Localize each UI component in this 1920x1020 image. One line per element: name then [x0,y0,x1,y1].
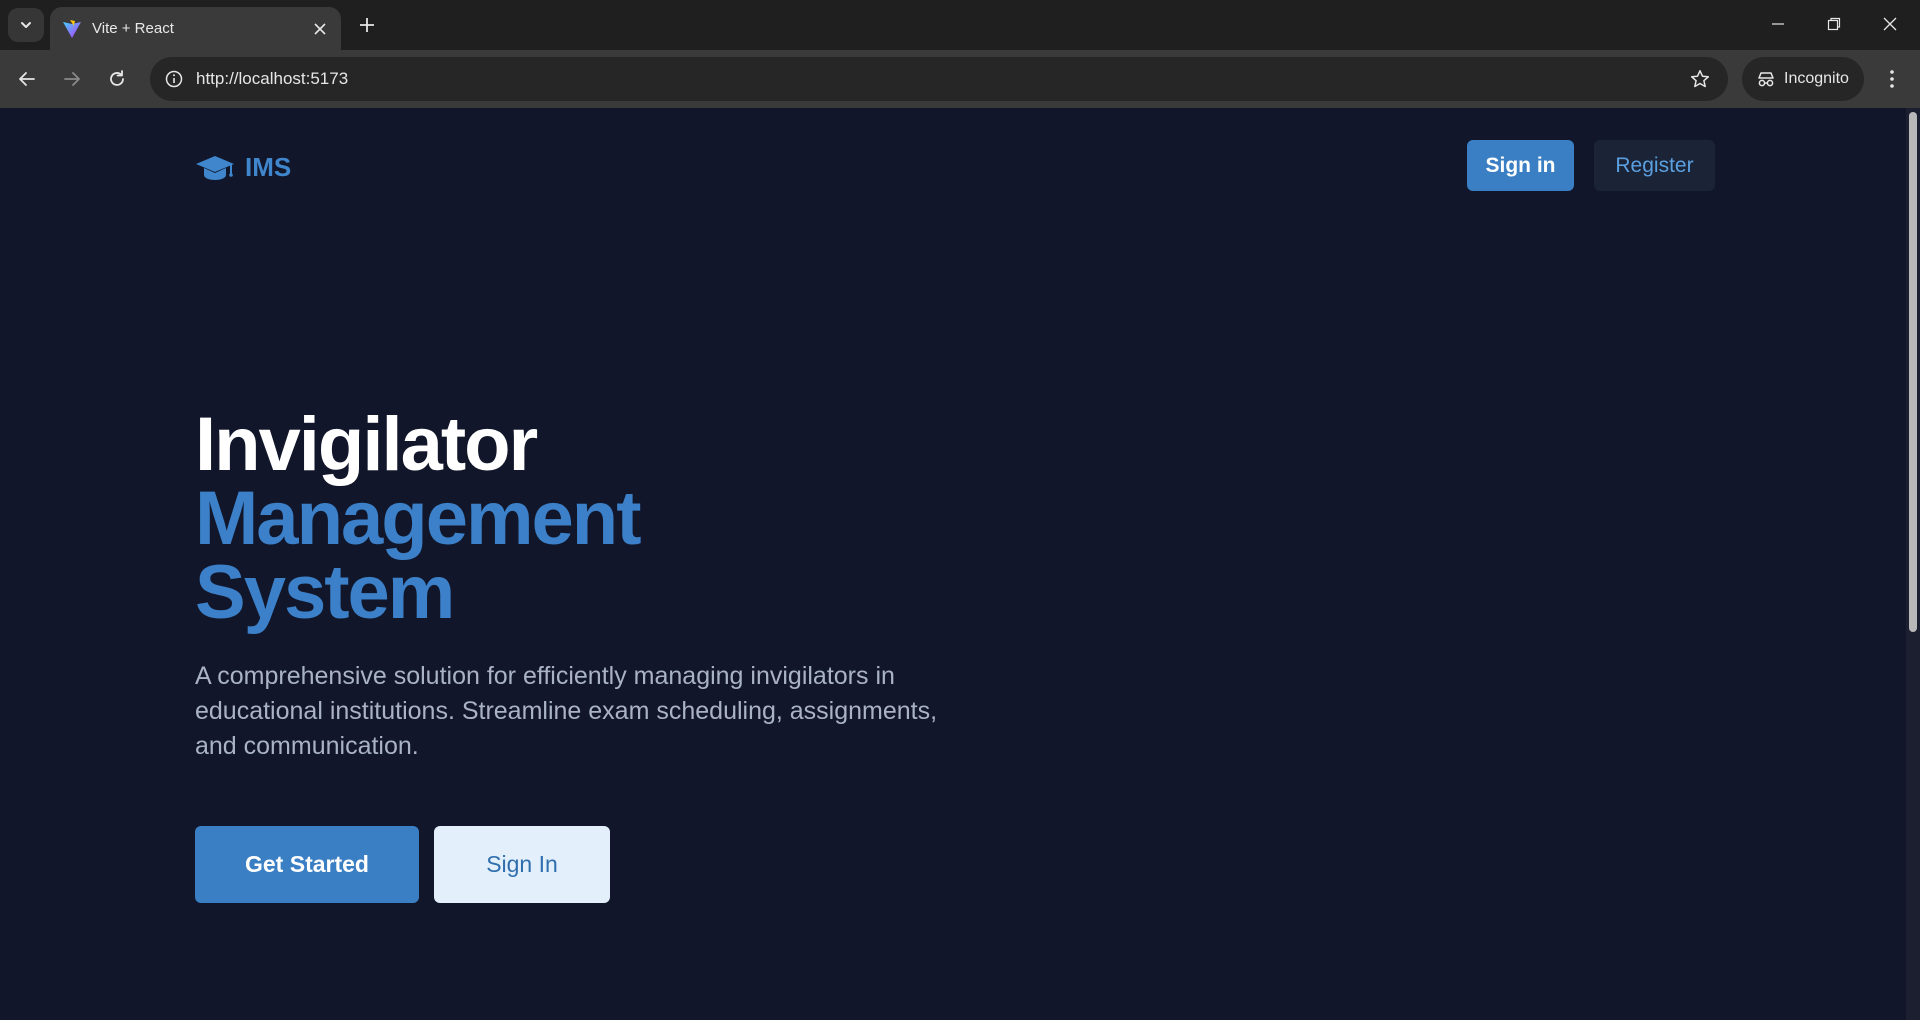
hero-title: Invigilator Management System [195,402,642,635]
page-scrollbar[interactable] [1906,108,1920,1020]
kebab-menu-icon [1890,70,1894,88]
close-window-button[interactable] [1862,0,1918,48]
scrollbar-thumb[interactable] [1909,112,1917,632]
hero-title-line-2: Management [195,476,642,561]
incognito-label: Incognito [1784,70,1849,87]
info-icon [165,70,183,88]
address-bar[interactable]: http://localhost:5173 [150,57,1728,101]
graduation-cap-icon [196,155,234,180]
browser-window: Vite + React http://localhost:5173 Incog… [0,0,1920,1020]
brand-name: IMS [245,152,292,182]
close-icon [314,22,326,35]
star-icon [1690,70,1710,88]
hero-sign-in-button[interactable]: Sign In [434,826,610,903]
incognito-icon [1758,72,1774,87]
arrow-right-icon [64,72,80,86]
tab-active[interactable]: Vite + React [50,7,341,50]
forward-button[interactable] [56,63,88,95]
header-register-button[interactable]: Register [1594,140,1715,191]
plus-icon [360,18,374,32]
new-tab-button[interactable] [352,10,382,40]
url-text: http://localhost:5173 [196,69,349,88]
reload-icon [110,70,124,86]
incognito-indicator[interactable]: Incognito [1742,57,1864,101]
restore-button[interactable] [1806,0,1862,48]
arrow-left-icon [19,72,35,86]
bookmark-button[interactable] [1686,65,1714,93]
site-info-button[interactable] [160,65,188,93]
vite-logo-icon [62,19,82,39]
back-button[interactable] [11,63,43,95]
chevron-down-icon [21,22,31,28]
minimize-icon [1772,23,1784,25]
tab-strip: Vite + React [0,0,1920,50]
hero-title-line-3: System [195,550,455,635]
brand-logo[interactable]: IMS [195,152,291,183]
close-icon [1883,17,1897,31]
browser-menu-button[interactable] [1876,63,1908,95]
hero-description: A comprehensive solution for efficiently… [195,662,938,760]
page-content: IMS Sign in Register Invigilator Managem… [0,108,1906,1020]
reload-button[interactable] [101,63,133,95]
header-sign-in-button[interactable]: Sign in [1467,140,1574,191]
tab-title: Vite + React [92,20,174,37]
tab-close-button[interactable] [307,16,333,42]
get-started-button[interactable]: Get Started [195,826,419,903]
restore-icon [1827,17,1841,31]
hero-title-line-1: Invigilator [195,402,538,487]
browser-toolbar: http://localhost:5173 Incognito [0,50,1920,108]
minimize-button[interactable] [1750,0,1806,48]
tab-search-button[interactable] [8,8,44,42]
